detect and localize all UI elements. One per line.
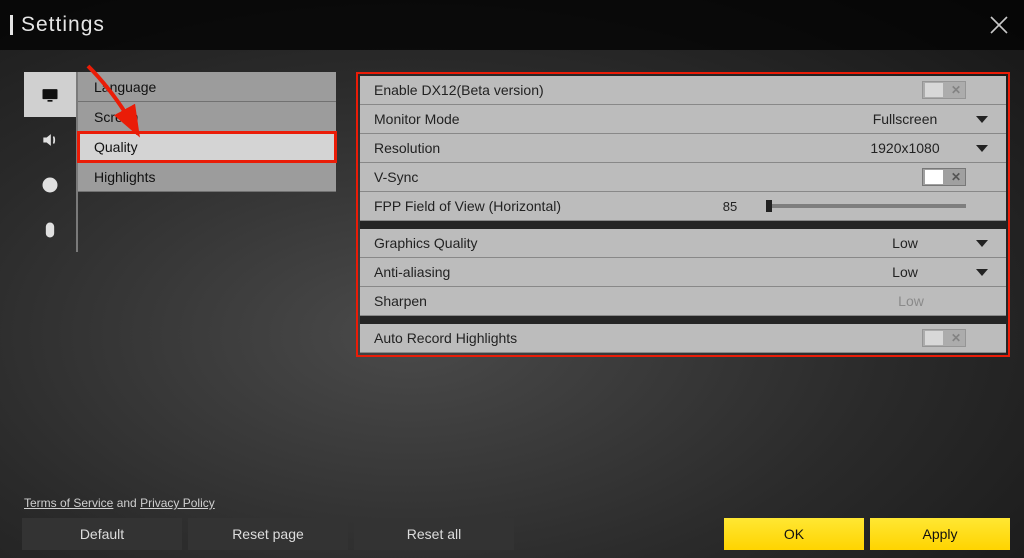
chevron-down-icon — [976, 116, 988, 123]
sidebar: Language Screen Quality Highlights — [24, 72, 336, 252]
legal-sep: and — [113, 496, 140, 510]
default-button[interactable]: Default — [22, 518, 182, 550]
row-enable-dx12: Enable DX12(Beta version) ✕ — [360, 76, 1006, 105]
row-auto-record-highlights: Auto Record Highlights ✕ — [360, 324, 1006, 353]
dropdown-value: 1920x1080 — [850, 140, 960, 156]
reset-page-button[interactable]: Reset page — [188, 518, 348, 550]
link-privacy-policy[interactable]: Privacy Policy — [140, 496, 215, 510]
page-title: Settings — [21, 13, 105, 37]
slider-fov[interactable] — [766, 204, 966, 208]
row-label: Resolution — [374, 140, 440, 156]
slider-value: 85 — [700, 199, 760, 214]
link-terms-of-service[interactable]: Terms of Service — [24, 496, 113, 510]
row-graphics-quality[interactable]: Graphics Quality Low — [360, 229, 1006, 258]
button-label: Reset all — [407, 526, 461, 542]
row-vsync: V-Sync ✕ — [360, 163, 1006, 192]
header: Settings — [0, 0, 1024, 50]
row-label: Sharpen — [374, 293, 427, 309]
row-sharpen: Sharpen Low — [360, 287, 1006, 316]
x-icon: ✕ — [951, 83, 961, 97]
tab-audio[interactable] — [24, 117, 76, 162]
chevron-down-icon — [976, 240, 988, 247]
subnav-screen[interactable]: Screen — [78, 102, 336, 132]
subnav-label: Language — [94, 79, 156, 95]
button-label: OK — [784, 526, 804, 542]
button-bar: Default Reset page Reset all OK Apply — [22, 518, 1010, 550]
row-monitor-mode[interactable]: Monitor Mode Fullscreen — [360, 105, 1006, 134]
footer-legal: Terms of Service and Privacy Policy — [24, 496, 215, 510]
button-label: Default — [80, 526, 124, 542]
ok-button[interactable]: OK — [724, 518, 864, 550]
dropdown-value: Fullscreen — [850, 111, 960, 127]
subnav-label: Quality — [94, 139, 138, 155]
subnav-language[interactable]: Language — [78, 72, 336, 102]
row-label: Enable DX12(Beta version) — [374, 82, 544, 98]
toggle-vsync[interactable]: ✕ — [922, 168, 966, 186]
close-icon[interactable] — [988, 14, 1010, 36]
apply-button[interactable]: Apply — [870, 518, 1010, 550]
row-label: Auto Record Highlights — [374, 330, 517, 346]
subnav-label: Screen — [94, 109, 138, 125]
row-label: Anti-aliasing — [374, 264, 450, 280]
subnav-quality[interactable]: Quality — [78, 132, 336, 162]
row-label: FPP Field of View (Horizontal) — [374, 198, 561, 214]
row-label: Graphics Quality — [374, 235, 477, 251]
x-icon: ✕ — [951, 170, 961, 184]
chevron-down-icon — [976, 145, 988, 152]
tab-accessibility[interactable] — [24, 162, 76, 207]
tab-display[interactable] — [24, 72, 76, 117]
settings-panel: Enable DX12(Beta version) ✕ Monitor Mode… — [356, 72, 1010, 357]
subnav-label: Highlights — [94, 169, 155, 185]
x-icon: ✕ — [951, 331, 961, 345]
static-value: Low — [856, 293, 966, 309]
chevron-down-icon — [976, 269, 988, 276]
dropdown-value: Low — [850, 264, 960, 280]
row-resolution[interactable]: Resolution 1920x1080 — [360, 134, 1006, 163]
row-label: Monitor Mode — [374, 111, 460, 127]
button-label: Reset page — [232, 526, 304, 542]
dropdown-value: Low — [850, 235, 960, 251]
reset-all-button[interactable]: Reset all — [354, 518, 514, 550]
row-fov: FPP Field of View (Horizontal) 85 — [360, 192, 1006, 221]
row-anti-aliasing[interactable]: Anti-aliasing Low — [360, 258, 1006, 287]
toggle-dx12[interactable]: ✕ — [922, 81, 966, 99]
tab-mouse[interactable] — [24, 207, 76, 252]
subnav-highlights[interactable]: Highlights — [78, 162, 336, 192]
header-accent — [10, 15, 13, 35]
toggle-auto-record[interactable]: ✕ — [922, 329, 966, 347]
row-label: V-Sync — [374, 169, 418, 185]
button-label: Apply — [922, 526, 957, 542]
